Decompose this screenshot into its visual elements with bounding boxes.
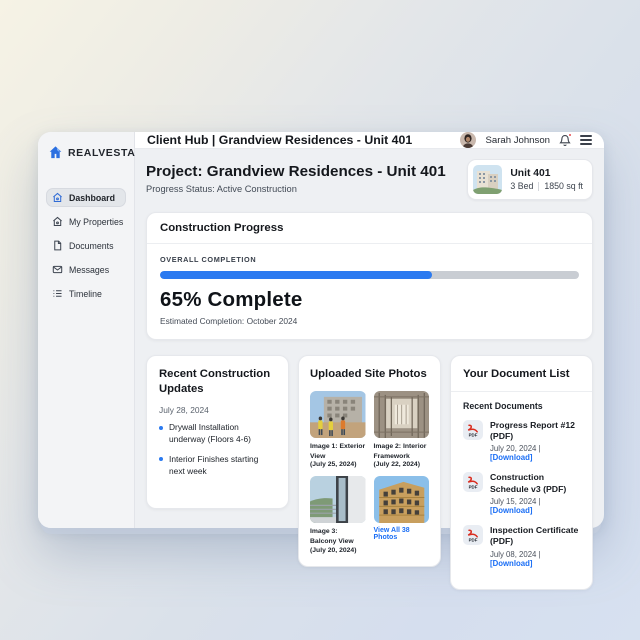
unit-thumbnail-photo — [473, 165, 503, 194]
document-meta: July 08, 2024 | [Download] — [490, 549, 541, 568]
photo-date: (July 25, 2024) — [310, 461, 357, 469]
sidebar-item-my-properties[interactable]: My Properties — [46, 212, 126, 231]
home-icon — [52, 192, 63, 203]
project-header: Project: Grandview Residences - Unit 401… — [146, 159, 593, 200]
list-icon — [52, 288, 63, 299]
svg-text:PDF: PDF — [469, 432, 478, 437]
topbar: Client Hub | Grandview Residences - Unit… — [135, 132, 604, 149]
project-title: Project: Grandview Residences - Unit 401 — [146, 163, 446, 180]
svg-text:PDF: PDF — [469, 537, 478, 542]
overall-completion-label: OVERALL COMPLETION — [160, 255, 257, 264]
sidebar-menu: Dashboard My Properties Documents Messag… — [46, 188, 126, 303]
sidebar-item-timeline[interactable]: Timeline — [46, 284, 126, 303]
topbar-actions: Sarah Johnson — [460, 132, 592, 148]
unit-beds: 3 Bed — [510, 181, 534, 191]
sidebar-item-label: Dashboard — [69, 192, 115, 203]
card-title: Uploaded Site Photos — [310, 368, 427, 380]
progress-estimate: Estimated Completion: October 2024 — [160, 316, 298, 326]
document-row: PDF Inspection Certificate (PDF) July 08… — [463, 524, 580, 568]
document-meta: July 15, 2024 | [Download] — [490, 496, 541, 515]
bullet-icon — [159, 425, 163, 430]
document-name: Progress Report #12 (PDF) — [490, 419, 575, 441]
download-link[interactable]: [Download] — [490, 559, 532, 568]
balcony-photo[interactable] — [310, 476, 366, 524]
sidebar-item-label: Timeline — [69, 288, 102, 299]
sidebar: REALVESTA Dashboard My Properties Docume… — [38, 132, 135, 528]
photo-caption: Image 2: Interior Framework — [373, 442, 427, 460]
photo-caption: Image 1: Exterior View — [310, 442, 366, 460]
recent-documents-label: Recent Documents — [463, 400, 543, 411]
file-icon — [52, 240, 63, 251]
menu-icon[interactable] — [580, 135, 592, 145]
app-window: REALVESTA Dashboard My Properties Docume… — [38, 132, 604, 590]
site-photos-card: Uploaded Site Photos Image 1: Exterior V… — [298, 355, 441, 568]
document-meta: July 20, 2024 | [Download] — [490, 444, 541, 463]
document-row: PDF Construction Schedule v3 (PDF) July … — [463, 472, 580, 515]
user-name: Sarah Johnson — [485, 134, 550, 146]
exterior-construction-workers-photo[interactable] — [310, 390, 366, 438]
photo-item: Image 3: Balcony View (July 20, 2024) — [310, 476, 366, 554]
project-status: Progress Status: Active Construction — [146, 184, 297, 194]
unit-name: Unit 401 — [510, 168, 551, 179]
sidebar-item-label: My Properties — [69, 216, 124, 227]
main-area: Client Hub | Grandview Residences - Unit… — [135, 132, 604, 590]
photo-item: View All 38 Photos — [373, 476, 430, 554]
notification-dot — [567, 132, 572, 137]
mail-icon — [52, 264, 63, 275]
document-name: Construction Schedule v3 (PDF) — [490, 472, 567, 494]
brand-name: REALVESTA — [68, 146, 136, 159]
update-item: Drywall Installation underway (Floors 4-… — [159, 422, 276, 446]
card-title: Construction Progress — [147, 213, 592, 244]
photo-item: Image 1: Exterior View (July 25, 2024) — [310, 390, 366, 469]
pdf-icon: PDF — [463, 472, 483, 493]
document-name: Inspection Certificate (PDF) — [490, 524, 579, 547]
document-list-card: Your Document List Recent Documents PDF … — [450, 355, 593, 590]
content: Project: Grandview Residences - Unit 401… — [135, 149, 604, 600]
progress-bar — [160, 271, 579, 279]
unit-summary-card[interactable]: Unit 401 3 Bed 1850 sq ft — [467, 159, 593, 200]
divider: | — [538, 496, 541, 506]
card-title: Your Document List — [463, 368, 570, 380]
construction-progress-card: Construction Progress OVERALL COMPLETION… — [146, 212, 593, 340]
svg-text:PDF: PDF — [469, 485, 478, 490]
pdf-icon: PDF — [463, 419, 483, 440]
download-link[interactable]: [Download] — [490, 453, 532, 462]
progress-bar-fill — [160, 271, 433, 279]
update-item: Interior Finishes starting next week — [159, 454, 276, 478]
brand: REALVESTA — [46, 145, 135, 160]
divider — [538, 181, 540, 191]
page-title: Client Hub | Grandview Residences - Unit… — [147, 133, 413, 147]
recent-updates-card: Recent Construction Updates July 28, 202… — [146, 355, 289, 509]
sidebar-item-messages[interactable]: Messages — [46, 260, 126, 279]
update-date: July 28, 2024 — [159, 405, 209, 416]
sidebar-item-documents[interactable]: Documents — [46, 236, 126, 255]
sidebar-item-dashboard[interactable]: Dashboard — [46, 188, 126, 207]
sidebar-item-label: Documents — [69, 240, 114, 251]
unit-meta: 3 Bed 1850 sq ft — [510, 181, 583, 191]
unit-area: 1850 sq ft — [544, 181, 583, 191]
brand-logo-icon — [48, 145, 63, 160]
interior-framing-photo[interactable] — [373, 390, 429, 438]
photo-grid: Image 1: Exterior View (July 25, 2024) I… — [310, 390, 430, 554]
divider: | — [538, 444, 541, 454]
photo-date: (July 20, 2024) — [310, 547, 357, 555]
building-icon — [52, 216, 63, 227]
bullet-icon — [159, 457, 163, 462]
card-title: Recent Construction Updates — [159, 368, 271, 395]
timber-building-photo[interactable] — [373, 476, 429, 524]
progress-percent: 65% Complete — [160, 288, 303, 311]
download-link[interactable]: [Download] — [490, 506, 532, 515]
document-row: PDF Progress Report #12 (PDF) July 20, 2… — [463, 419, 580, 463]
photo-date: (July 22, 2024) — [373, 461, 420, 469]
pdf-icon: PDF — [463, 524, 483, 545]
cards-row: Recent Construction Updates July 28, 202… — [146, 355, 593, 590]
photo-item: Image 2: Interior Framework (July 22, 20… — [373, 390, 429, 469]
divider: | — [538, 549, 541, 559]
sidebar-item-label: Messages — [69, 264, 110, 275]
notifications-bell-icon[interactable] — [559, 132, 572, 147]
avatar[interactable] — [460, 132, 477, 148]
view-all-photos-link[interactable]: View All 38 Photos — [374, 527, 430, 541]
photo-caption: Image 3: Balcony View — [310, 528, 354, 546]
